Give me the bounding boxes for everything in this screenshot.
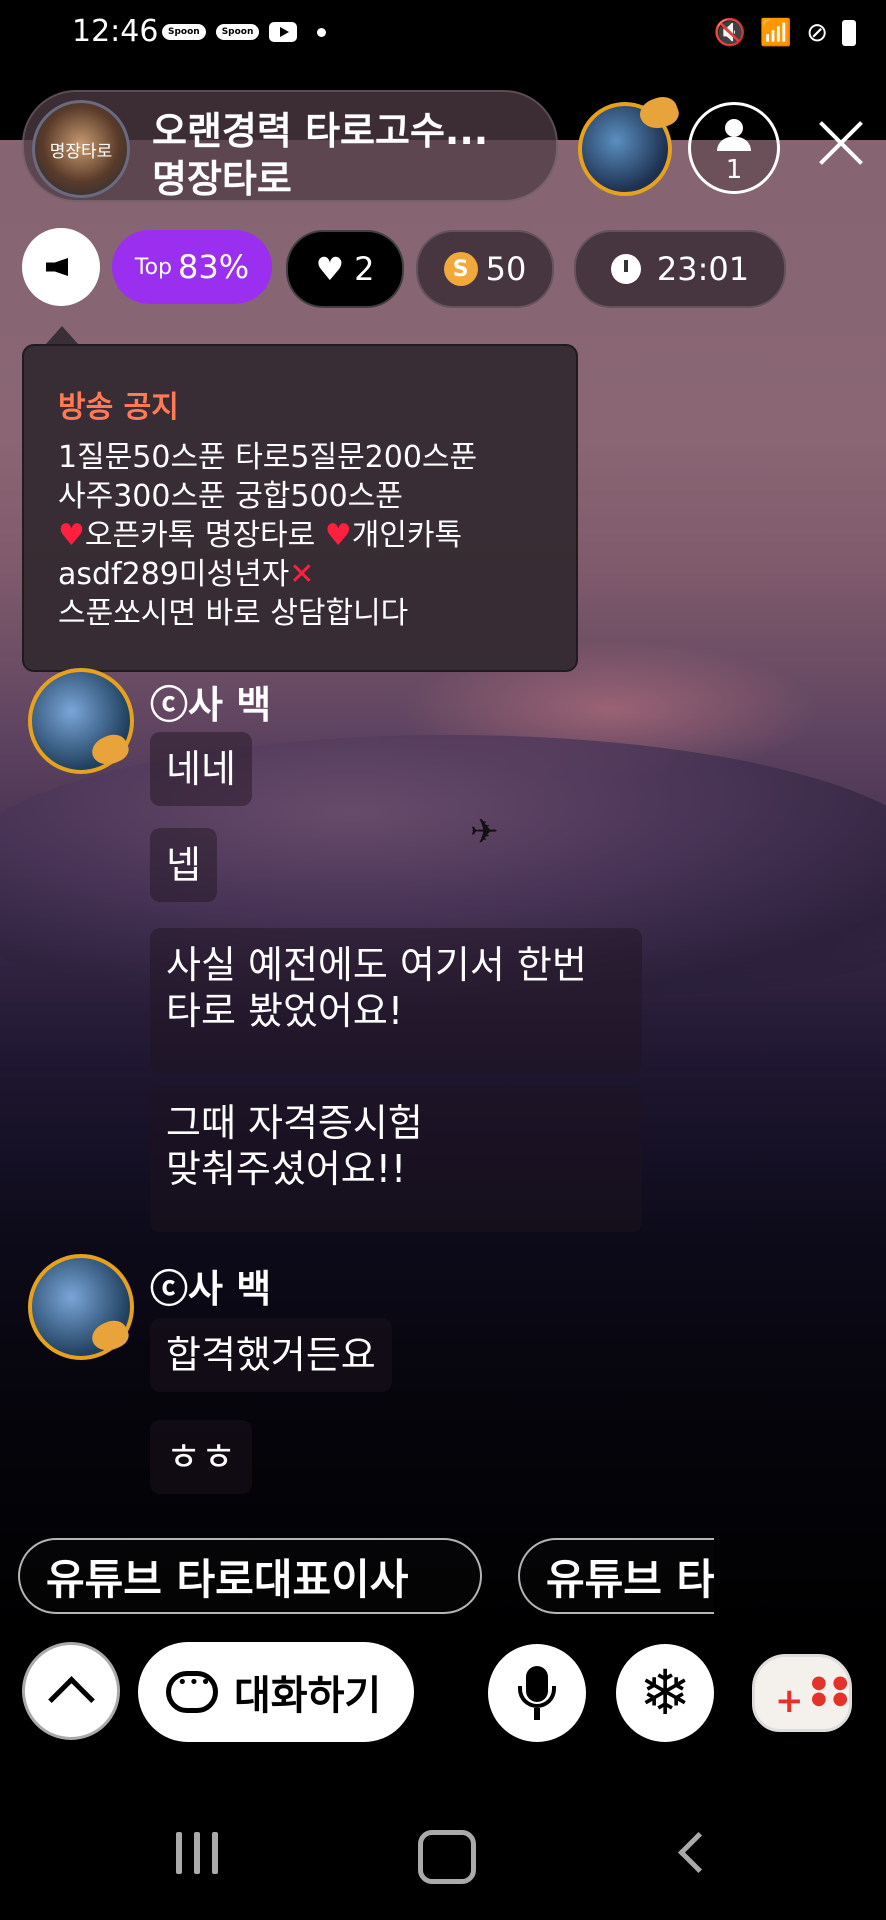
chat-button-label: 대화하기 xyxy=(234,1673,382,1719)
spoon-coin-icon: S xyxy=(443,252,478,286)
listener-count-button[interactable]: 1 xyxy=(688,102,780,194)
chat-message: ㅎㅎ xyxy=(150,1420,252,1494)
top-value: 83% xyxy=(178,248,250,286)
spoon-live-room: ✈ 12:46 Spoon Spoon 🔇 📶 ⊘ 명장타로 오랜경력 타로고수… xyxy=(0,0,886,1920)
system-nav-bar xyxy=(0,1790,886,1920)
notice-text: 오픈카톡 명장타로 xyxy=(84,518,316,553)
notice-line: 스푼쏘시면 바로 상담합니다 xyxy=(58,596,409,631)
airplane-silhouette: ✈ xyxy=(470,812,499,852)
heart-icon: ♥ xyxy=(58,518,85,553)
clock-icon xyxy=(610,254,641,284)
battery-icon xyxy=(842,20,856,46)
person-icon xyxy=(725,119,743,137)
room-header[interactable]: 명장타로 오랜경력 타로고수... 명장타로 xyxy=(22,90,558,202)
chat-message: 넵 xyxy=(150,828,217,902)
suggestion-chip[interactable]: 유튜브 타로 xyxy=(518,1538,714,1614)
status-time: 12:46 xyxy=(72,14,159,49)
chat-button[interactable]: 대화하기 xyxy=(138,1642,414,1742)
spoon-notification-icon-2: Spoon xyxy=(215,24,260,40)
cross-icon: ✕ xyxy=(289,557,315,592)
host-name: 명장타로 xyxy=(152,157,292,201)
megaphone-icon xyxy=(46,258,68,276)
notice-line: 사주300스푼 궁합500스푼 xyxy=(58,479,403,514)
expand-up-button[interactable] xyxy=(22,1642,120,1740)
spoon-count: 50 xyxy=(485,250,527,288)
chat-username[interactable]: ⓒ사 백 xyxy=(150,674,271,729)
heart-icon: ♥ xyxy=(315,250,345,288)
spoon-notification-icon: Spoon xyxy=(162,24,206,40)
room-title: 오랜경력 타로고수... xyxy=(152,109,489,153)
suggestion-chip[interactable]: 유튜브 타로대표이사 xyxy=(18,1538,482,1614)
notice-line: ♥오픈카톡 명장타로 ♥개인카톡 xyxy=(58,516,568,555)
notice-text: 개인카톡 xyxy=(351,518,463,553)
home-button[interactable] xyxy=(418,1830,476,1884)
notice-title: 방송 공지 xyxy=(58,390,179,425)
person-icon-body xyxy=(717,137,751,151)
chat-message: 그때 자격증시험 맞춰주셨어요!! xyxy=(150,1086,642,1232)
announcement-button[interactable] xyxy=(22,228,100,306)
notice-caret xyxy=(46,326,78,344)
notice-text: asdf289미성년자 xyxy=(58,557,290,592)
notice-line: asdf289미성년자✕ xyxy=(58,555,568,594)
more-notifications-dot xyxy=(317,27,327,37)
controller-buttons: ● ● ● ● xyxy=(811,1672,849,1709)
top-rank-badge[interactable]: Top 83% xyxy=(112,230,272,304)
likes-count: 2 xyxy=(354,250,375,288)
dnd-icon: ⊘ xyxy=(806,18,828,48)
timer-badge: 23:01 xyxy=(574,230,786,308)
chat-message: 사실 예전에도 여기서 한번 타로 봤었어요! xyxy=(150,928,642,1074)
room-avatar[interactable]: 명장타로 xyxy=(32,100,130,198)
chat-bubble-icon xyxy=(166,1671,218,1713)
dpad-icon: + xyxy=(775,1681,804,1721)
status-bar: 12:46 Spoon Spoon 🔇 📶 ⊘ xyxy=(0,0,886,70)
system-icons: 🔇 📶 ⊘ xyxy=(713,18,856,48)
listener-count: 1 xyxy=(725,155,743,185)
youtube-icon xyxy=(269,22,298,42)
chat-username[interactable]: ⓒ사 백 xyxy=(150,1258,271,1313)
mute-icon: 🔇 xyxy=(713,18,746,48)
likes-badge[interactable]: ♥ 2 xyxy=(286,230,404,308)
back-button[interactable] xyxy=(677,1831,720,1874)
chat-message: 합격했거든요 xyxy=(150,1318,392,1392)
broadcast-notice-popup[interactable]: 방송 공지 1질문50스푼 타로5질문200스푼 사주300스푼 궁합500스푼… xyxy=(22,344,578,672)
chat-message: 네네 xyxy=(150,732,252,806)
snowflake-icon: ❄ xyxy=(639,1656,691,1729)
snowflake-button[interactable]: ❄ xyxy=(616,1644,714,1742)
spoon-badge[interactable]: S 50 xyxy=(416,230,554,308)
mic-base xyxy=(534,1708,540,1720)
mic-stand xyxy=(518,1686,556,1708)
timer-value: 23:01 xyxy=(656,250,750,288)
recent-apps-button[interactable] xyxy=(176,1832,218,1874)
notice-body: 1질문50스푼 타로5질문200스푼 사주300스푼 궁합500스푼 ♥오픈카톡… xyxy=(58,438,568,633)
heart-icon: ♥ xyxy=(324,518,352,553)
close-icon[interactable] xyxy=(816,118,866,168)
notice-line: 1질문50스푼 타로5질문200스푼 xyxy=(58,440,478,475)
notification-icons: Spoon Spoon xyxy=(162,22,327,42)
avatar-text: 명장타로 xyxy=(49,142,113,162)
mic-button[interactable] xyxy=(488,1644,586,1742)
wifi-icon: 📶 xyxy=(759,18,793,48)
game-controller-icon[interactable]: + ● ● ● ● xyxy=(752,1654,852,1732)
top-prefix: Top xyxy=(134,254,172,280)
